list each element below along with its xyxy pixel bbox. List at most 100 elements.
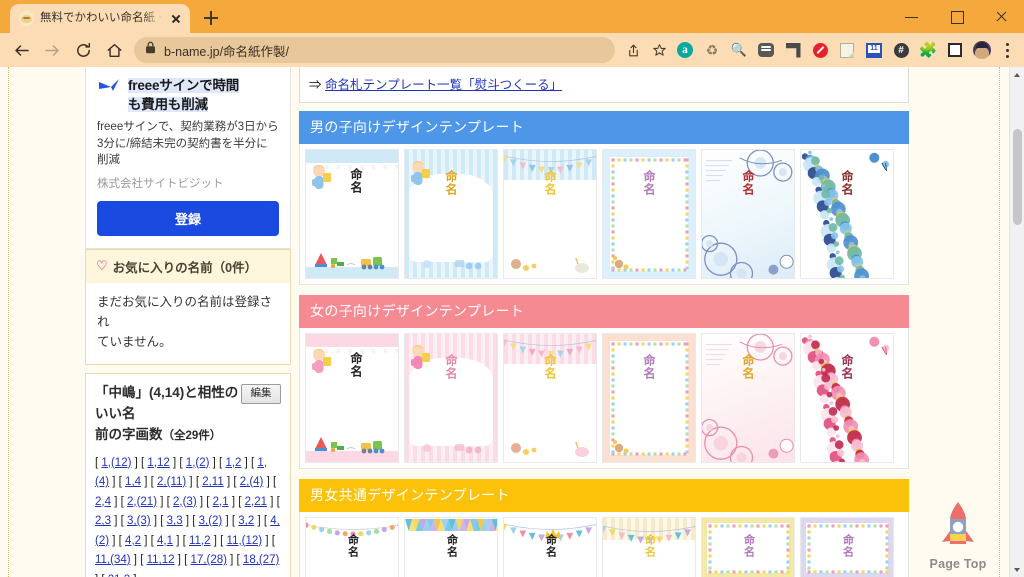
arrow-extension-icon[interactable] <box>780 37 806 63</box>
browser-tab[interactable]: 無料でかわいい命名紙・命名書が作 <box>10 4 190 33</box>
compatibility-card: 編集 「中嶋」(4,14)と相性のいい名 前の字画数（全29件） [ 1,(12… <box>85 373 291 577</box>
maximize-button[interactable] <box>934 0 979 33</box>
star-icon[interactable] <box>647 38 671 62</box>
stroke-count-link[interactable]: 1,4 <box>125 476 141 488</box>
stroke-count-link[interactable]: 3,3 <box>167 515 183 527</box>
stroke-count-link[interactable]: 11,(12) <box>227 535 263 547</box>
girl-template-bunting[interactable]: 命名 <box>503 333 597 463</box>
girl-template-baby-stripe[interactable]: 命名 <box>404 333 498 463</box>
compatibility-count: （全29件） <box>163 430 222 442</box>
stroke-count-link[interactable]: 1,(2) <box>186 457 210 469</box>
scrollbar-thumb[interactable] <box>1013 129 1022 225</box>
meimeifuda-template-link[interactable]: 命名札テンプレート一覧「熨斗つくーる」 <box>325 78 562 92</box>
forward-icon[interactable] <box>37 36 67 64</box>
home-icon[interactable] <box>99 36 129 64</box>
main-content: ⇒ 命名札テンプレート一覧「熨斗つくーる」 男の子向けデザインテンプレート 命名 <box>299 67 909 577</box>
stroke-count-link[interactable]: 11,12 <box>147 554 175 566</box>
stroke-count-link[interactable]: 17,(28) <box>191 554 227 566</box>
favorites-heading: ♡ お気に入りの名前（0件） <box>86 250 290 283</box>
girl-template-dot-frame[interactable]: 命名 <box>602 333 696 463</box>
chat-bubble-extension-icon[interactable] <box>753 37 779 63</box>
stroke-count-link[interactable]: 4,1 <box>157 535 173 547</box>
reload-icon[interactable] <box>68 36 98 64</box>
common-template-stripe-flag[interactable]: 命名 <box>602 517 696 577</box>
ad-company: 株式会社サイトビジット <box>97 175 279 191</box>
share-icon[interactable] <box>621 38 645 62</box>
square-extension-icon[interactable] <box>942 37 968 63</box>
profile-avatar[interactable] <box>969 37 995 63</box>
stroke-count-link[interactable]: 21,2 <box>108 574 130 577</box>
arrow-prefix: ⇒ <box>309 78 325 92</box>
stroke-count-link[interactable]: 1,2 <box>225 457 241 469</box>
back-icon[interactable] <box>6 36 36 64</box>
stroke-count-link[interactable]: 1,12 <box>147 457 169 469</box>
stroke-count-link[interactable]: 3,(2) <box>199 515 223 527</box>
stroke-count-link[interactable]: 1,(12) <box>101 457 131 469</box>
alexa-extension-icon[interactable]: a <box>672 37 698 63</box>
stroke-count-link[interactable]: 2,(21) <box>127 496 157 508</box>
favorites-heading-text: お気に入りの名前（0件） <box>113 257 257 276</box>
favorites-empty-message: まだお気に入りの名前は登録され ていません。 <box>86 283 290 364</box>
ad-register-button[interactable]: 登録 <box>97 201 279 236</box>
common-template-flags[interactable]: 命名 <box>404 517 498 577</box>
boy-template-baby-toys[interactable]: 命名 <box>305 149 399 279</box>
baby-face-favicon <box>19 11 34 26</box>
boy-template-temari[interactable]: 命名 <box>701 149 795 279</box>
close-icon[interactable] <box>168 11 184 27</box>
template-label: 命名 <box>842 534 853 558</box>
stroke-count-link[interactable]: 11,(34) <box>95 554 131 566</box>
minimize-button[interactable] <box>889 0 934 33</box>
boy-template-bunting[interactable]: 命名 <box>503 149 597 279</box>
globe-hash-extension-icon[interactable] <box>888 37 914 63</box>
template-row: 命名 命名 命名命名命名命名 <box>299 144 909 285</box>
chrome-menu-icon[interactable] <box>996 37 1018 63</box>
stroke-count-link[interactable]: 2,4 <box>95 496 111 508</box>
notepad-extension-icon[interactable] <box>834 37 860 63</box>
stroke-count-link[interactable]: 2,3 <box>95 515 111 527</box>
advertisement-card[interactable]: freeeサインで時間 も費用も削減 freeeサインで、契約業務が3日から3分… <box>85 67 291 249</box>
common-template-purple-dot[interactable]: 命名 <box>800 517 894 577</box>
stroke-count-link[interactable]: 2,(3) <box>173 496 197 508</box>
stroke-count-link[interactable]: 2,1 <box>213 496 229 508</box>
template-label: 命名 <box>544 170 556 196</box>
page-top-button[interactable]: Page Top <box>919 500 997 571</box>
recycle-extension-icon[interactable]: ♻ <box>699 37 725 63</box>
common-template-yellow-dot[interactable]: 命名 <box>701 517 795 577</box>
stroke-count-link[interactable]: 2,(11) <box>157 476 186 488</box>
page-left-border <box>8 67 9 577</box>
address-bar[interactable]: b-name.jp/命名紙作製/ <box>134 37 615 63</box>
vertical-scrollbar[interactable] <box>1009 67 1024 577</box>
scroll-up-arrow-icon[interactable] <box>1010 67 1024 82</box>
stroke-count-link[interactable]: 2,(4) <box>240 476 264 488</box>
stroke-count-link[interactable]: 3,2 <box>238 515 254 527</box>
girl-template-temari[interactable]: 命名 <box>701 333 795 463</box>
template-label: 命名 <box>742 170 754 196</box>
common-template-crown[interactable]: 命名 <box>503 517 597 577</box>
calendar-extension-icon[interactable] <box>861 37 887 63</box>
boy-template-koinobori[interactable]: 命名 <box>800 149 894 279</box>
stroke-count-link[interactable]: 3,(3) <box>127 515 151 527</box>
edit-button[interactable]: 編集 <box>241 384 281 404</box>
new-tab-button[interactable] <box>197 4 225 32</box>
block-extension-icon[interactable] <box>807 37 833 63</box>
stroke-count-link[interactable]: 2,21 <box>245 496 267 508</box>
scroll-down-arrow-icon[interactable] <box>1010 562 1024 577</box>
stroke-count-link-list: [ 1,(12) ] [ 1,12 ] [ 1,(2) ] [ 1,2 ] [ … <box>95 454 281 577</box>
common-template-dots[interactable]: 命名 <box>305 517 399 577</box>
close-window-button[interactable] <box>979 0 1024 33</box>
template-label: 命名 <box>742 354 754 380</box>
stroke-count-link[interactable]: 2,11 <box>202 476 224 488</box>
sidebar: freeeサインで時間 も費用も削減 freeeサインで、契約業務が3日から3分… <box>85 67 291 577</box>
stroke-count-link[interactable]: 18,(27) <box>243 554 279 566</box>
boy-template-dot-frame[interactable]: 命名 <box>602 149 696 279</box>
template-label: 命名 <box>643 354 655 380</box>
girl-template-sakura[interactable]: 命名 <box>800 333 894 463</box>
girl-template-baby-toys[interactable]: 命名 <box>305 333 399 463</box>
boy-template-baby-stripe[interactable]: 命名 <box>404 149 498 279</box>
search-extension-icon[interactable]: 🔍 <box>726 37 752 63</box>
puzzle-extensions-icon[interactable]: 🧩 <box>915 37 941 63</box>
stroke-count-link[interactable]: 11,2 <box>189 535 211 547</box>
template-label: 命名 <box>743 534 754 558</box>
stroke-count-link[interactable]: 4,2 <box>125 535 141 547</box>
compatibility-title-line2: 前の字画数 <box>95 427 163 442</box>
